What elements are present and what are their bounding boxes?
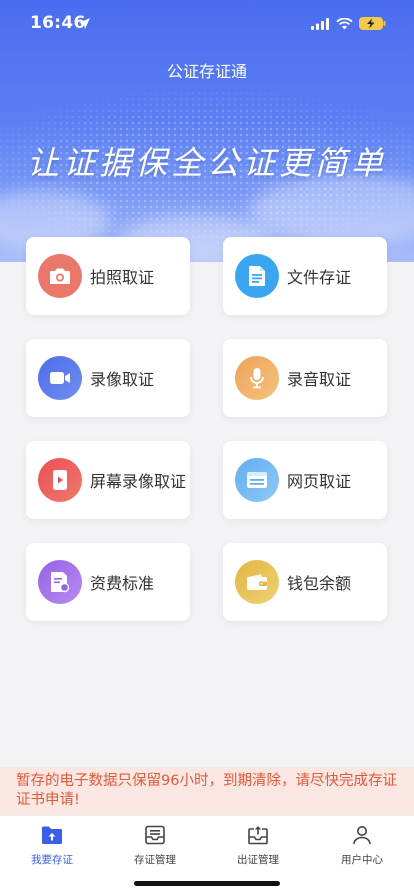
location-arrow-icon xyxy=(78,15,91,34)
feature-label: 录像取证 xyxy=(90,370,155,389)
tab-label: 出证管理 xyxy=(237,854,279,866)
feature-file-storage-button[interactable]: 文件存证 xyxy=(223,237,387,315)
feature-label: 资费标准 xyxy=(90,574,155,593)
fee-document-icon xyxy=(38,560,82,604)
feature-label: 钱包余额 xyxy=(287,574,352,593)
feature-label: 拍照取证 xyxy=(90,268,155,287)
feature-screen-recording-button[interactable]: 屏幕录像取证 xyxy=(26,441,190,519)
home-indicator xyxy=(134,881,280,886)
tab-label: 我要存证 xyxy=(31,854,73,866)
feature-label: 网页取证 xyxy=(287,472,352,491)
feature-fee-standard-button[interactable]: 资费标准 xyxy=(26,543,190,621)
user-icon xyxy=(310,822,414,848)
camera-icon xyxy=(38,254,82,298)
tab-certificate-management[interactable]: 出证管理 xyxy=(206,822,310,867)
retention-notice-text: 暂存的电子数据只保留96小时，到期清除，请尽快完成存证证书申请! xyxy=(0,767,414,815)
microphone-icon xyxy=(235,356,279,400)
feature-label: 录音取证 xyxy=(287,370,352,389)
signal-icon xyxy=(311,15,330,34)
status-bar: 16:46 xyxy=(0,0,414,48)
feature-video-evidence-button[interactable]: 录像取证 xyxy=(26,339,190,417)
screen-record-icon xyxy=(38,458,82,502)
tab-label: 用户中心 xyxy=(341,854,383,866)
battery-charging-icon xyxy=(359,15,386,34)
wallet-icon xyxy=(235,560,279,604)
feature-audio-evidence-button[interactable]: 录音取证 xyxy=(223,339,387,417)
video-camera-icon xyxy=(38,356,82,400)
feature-wallet-balance-button[interactable]: 钱包余额 xyxy=(223,543,387,621)
slogan-banner-text: 让证据保全公证更简单 xyxy=(26,144,387,182)
page-title: 公证存证通 xyxy=(166,62,247,81)
outbox-icon xyxy=(206,822,310,848)
tab-label: 存证管理 xyxy=(134,854,176,866)
tab-user-center[interactable]: 用户中心 xyxy=(310,822,414,867)
inbox-list-icon xyxy=(103,822,207,848)
tab-my-evidence[interactable]: 我要存证 xyxy=(0,822,104,867)
upload-folder-icon xyxy=(0,822,104,848)
feature-webpage-evidence-button[interactable]: 网页取证 xyxy=(223,441,387,519)
tab-evidence-management[interactable]: 存证管理 xyxy=(103,822,207,867)
webpage-icon xyxy=(235,458,279,502)
wifi-icon xyxy=(336,15,353,34)
feature-photo-evidence-button[interactable]: 拍照取证 xyxy=(26,237,190,315)
document-icon xyxy=(235,254,279,298)
feature-label: 文件存证 xyxy=(287,268,352,287)
feature-label: 屏幕录像取证 xyxy=(90,472,187,491)
